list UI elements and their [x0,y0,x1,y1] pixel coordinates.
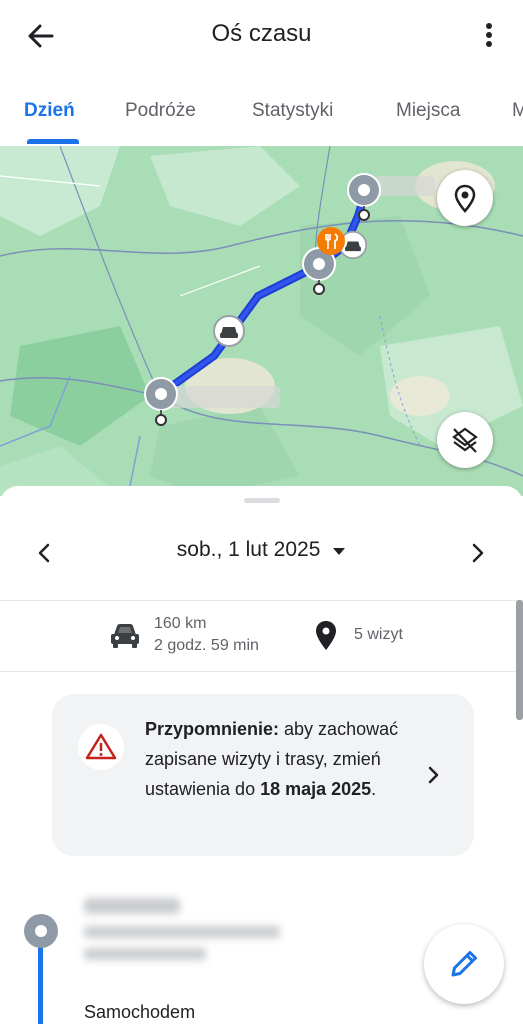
dropdown-triangle-icon [332,538,346,562]
car-icon [108,621,142,656]
page-title: Oś czasu [211,20,312,47]
travel-mode-label: Samochodem [84,1002,196,1022]
more-options-icon[interactable] [479,20,499,52]
top-app-bar: Oś czasu [0,0,523,72]
location-pin-start-marker[interactable] [143,376,179,428]
duration-text: 2 godz. 59 min [154,637,259,654]
reminder-text: Przypomnienie: aby zachować zapisane wiz… [145,714,415,804]
drag-handle[interactable] [244,498,280,503]
car-marker-icon[interactable] [212,314,246,348]
blurred-place-address [84,926,280,938]
location-pin-end-marker[interactable] [346,172,382,224]
timeline-route-line [38,941,43,1024]
restaurant-marker-icon[interactable] [316,226,346,256]
blurred-place-time [84,948,206,960]
timeline-sheet: sob., 1 lut 2025 160 km 2 godz. 59 min 5… [0,486,523,1024]
tab-statistics[interactable]: Statystyki [252,100,333,122]
tab-more[interactable]: M [512,100,523,122]
timeline-place-pin-icon [24,914,58,948]
date-dropdown[interactable]: sob., 1 lut 2025 [0,538,523,562]
active-tab-indicator [27,139,79,144]
tab-places[interactable]: Miejsca [396,100,460,122]
pencil-icon [451,951,477,977]
tab-trips[interactable]: Podróże [125,100,196,122]
reminder-date: 18 maja 2025 [260,779,372,799]
scrollbar[interactable] [516,600,523,720]
blurred-place-name [84,898,180,914]
edit-button[interactable] [424,924,504,1004]
visits-text: 5 wizyt [354,626,403,643]
layers-off-icon[interactable] [437,412,493,468]
next-day-chevron-icon[interactable] [462,538,492,568]
date-selector: sob., 1 lut 2025 [0,526,523,576]
tab-day[interactable]: Dzień [24,100,75,122]
map-view[interactable] [0,146,523,496]
distance-text: 160 km [154,615,207,632]
day-summary: 160 km 2 godz. 59 min 5 wizyt [0,600,523,672]
tab-bar: Dzień Podróże Statystyki Miejsca M [0,72,523,146]
location-icon[interactable] [437,170,493,226]
reminder-end: . [371,779,377,799]
warning-icon [78,724,124,770]
reminder-card[interactable]: Przypomnienie: aby zachować zapisane wiz… [52,694,474,856]
location-pin-icon [314,620,338,657]
date-label: sob., 1 lut 2025 [176,538,321,561]
chevron-right-icon[interactable] [420,762,446,788]
reminder-bold-prefix: Przypomnienie: [145,719,280,739]
